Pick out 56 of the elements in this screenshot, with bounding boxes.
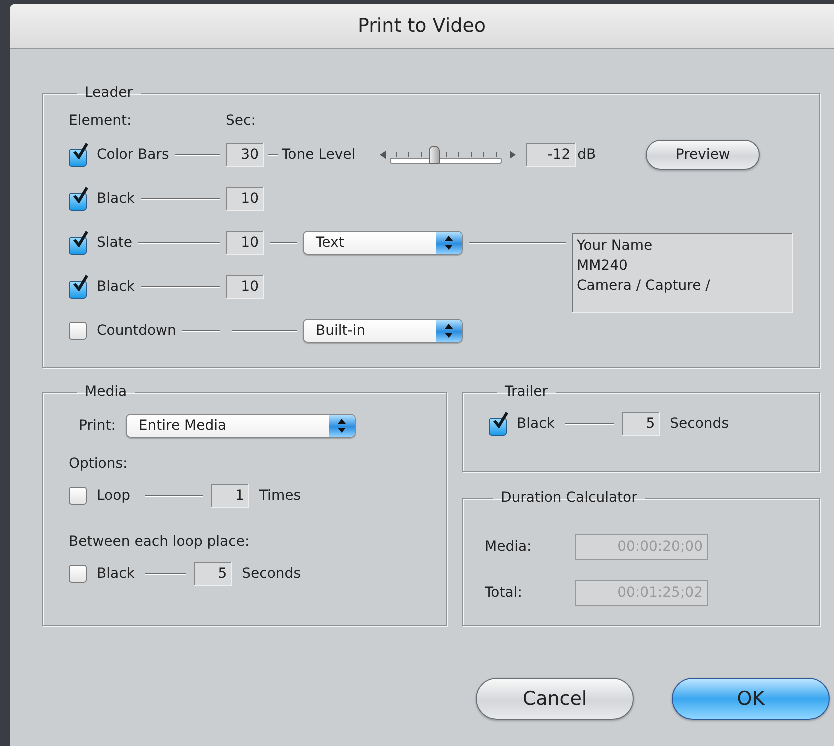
slate-source-dropdown[interactable]: Text	[303, 231, 463, 255]
checkbox-label: Slate	[97, 235, 132, 251]
checkbox[interactable]	[489, 412, 511, 436]
tone-level-label: Tone Level	[282, 147, 356, 163]
group-title: Duration Calculator	[500, 490, 638, 506]
unit-label: Times	[259, 488, 301, 504]
checkbox[interactable]	[69, 565, 87, 583]
seconds-field[interactable]: 10	[226, 275, 264, 299]
checkbox-label: Loop	[97, 488, 132, 504]
seconds-field[interactable]: 5	[622, 412, 660, 436]
up-down-arrows-icon	[445, 324, 453, 338]
checkbox[interactable]	[69, 487, 87, 505]
tone-level-field[interactable]: -12	[526, 143, 576, 167]
up-down-arrows-icon	[338, 419, 346, 433]
group-title: Media	[84, 384, 128, 400]
tone-slider[interactable]	[390, 145, 502, 165]
arrow-right-icon[interactable]	[510, 151, 516, 159]
seconds-field[interactable]: 10	[226, 187, 264, 211]
checkbox[interactable]	[69, 231, 91, 255]
preview-button[interactable]: Preview	[646, 140, 760, 170]
checkbox[interactable]	[69, 275, 91, 299]
checkbox-label: Black	[517, 416, 556, 432]
arrow-left-icon[interactable]	[380, 151, 386, 159]
loop-count-field[interactable]: 1	[211, 484, 250, 508]
checkbox[interactable]	[69, 187, 91, 211]
checkbox-label: Countdown	[97, 323, 176, 339]
group-title: Trailer	[504, 384, 549, 400]
countdown-dropdown[interactable]: Built-in	[303, 319, 463, 343]
checkbox-label: Black	[97, 191, 135, 207]
column-heading: Element:	[69, 113, 133, 129]
ok-button[interactable]: OK	[672, 678, 830, 720]
slate-text-area[interactable]: Your Name MM240 Camera / Capture /	[572, 233, 793, 313]
window-title: Print to Video	[358, 15, 486, 37]
total-duration-label: Total:	[485, 585, 524, 601]
unit-label: Seconds	[242, 566, 301, 582]
media-duration-label: Media:	[485, 539, 533, 555]
unit-label: dB	[578, 147, 596, 163]
options-heading: Options:	[69, 456, 129, 474]
media-duration-field: 00:00:20;00	[575, 534, 708, 560]
seconds-field[interactable]: 10	[226, 231, 264, 255]
checkbox-label: Black	[97, 566, 136, 582]
checkbox[interactable]	[69, 143, 91, 167]
checkbox[interactable]	[69, 322, 87, 340]
unit-label: Seconds	[670, 416, 729, 432]
print-label: Print:	[79, 418, 116, 434]
seconds-field[interactable]: 30	[226, 143, 264, 167]
print-dropdown[interactable]: Entire Media	[126, 414, 356, 438]
column-heading: Sec:	[226, 113, 257, 129]
cancel-button[interactable]: Cancel	[476, 678, 634, 720]
up-down-arrows-icon	[445, 236, 453, 250]
checkbox-label: Black	[97, 279, 135, 295]
total-duration-field: 00:01:25;02	[575, 580, 708, 606]
checkbox-label: Color Bars	[97, 147, 170, 163]
seconds-field[interactable]: 5	[194, 562, 232, 586]
between-heading: Between each loop place:	[69, 534, 251, 552]
group-title: Leader	[84, 85, 134, 101]
